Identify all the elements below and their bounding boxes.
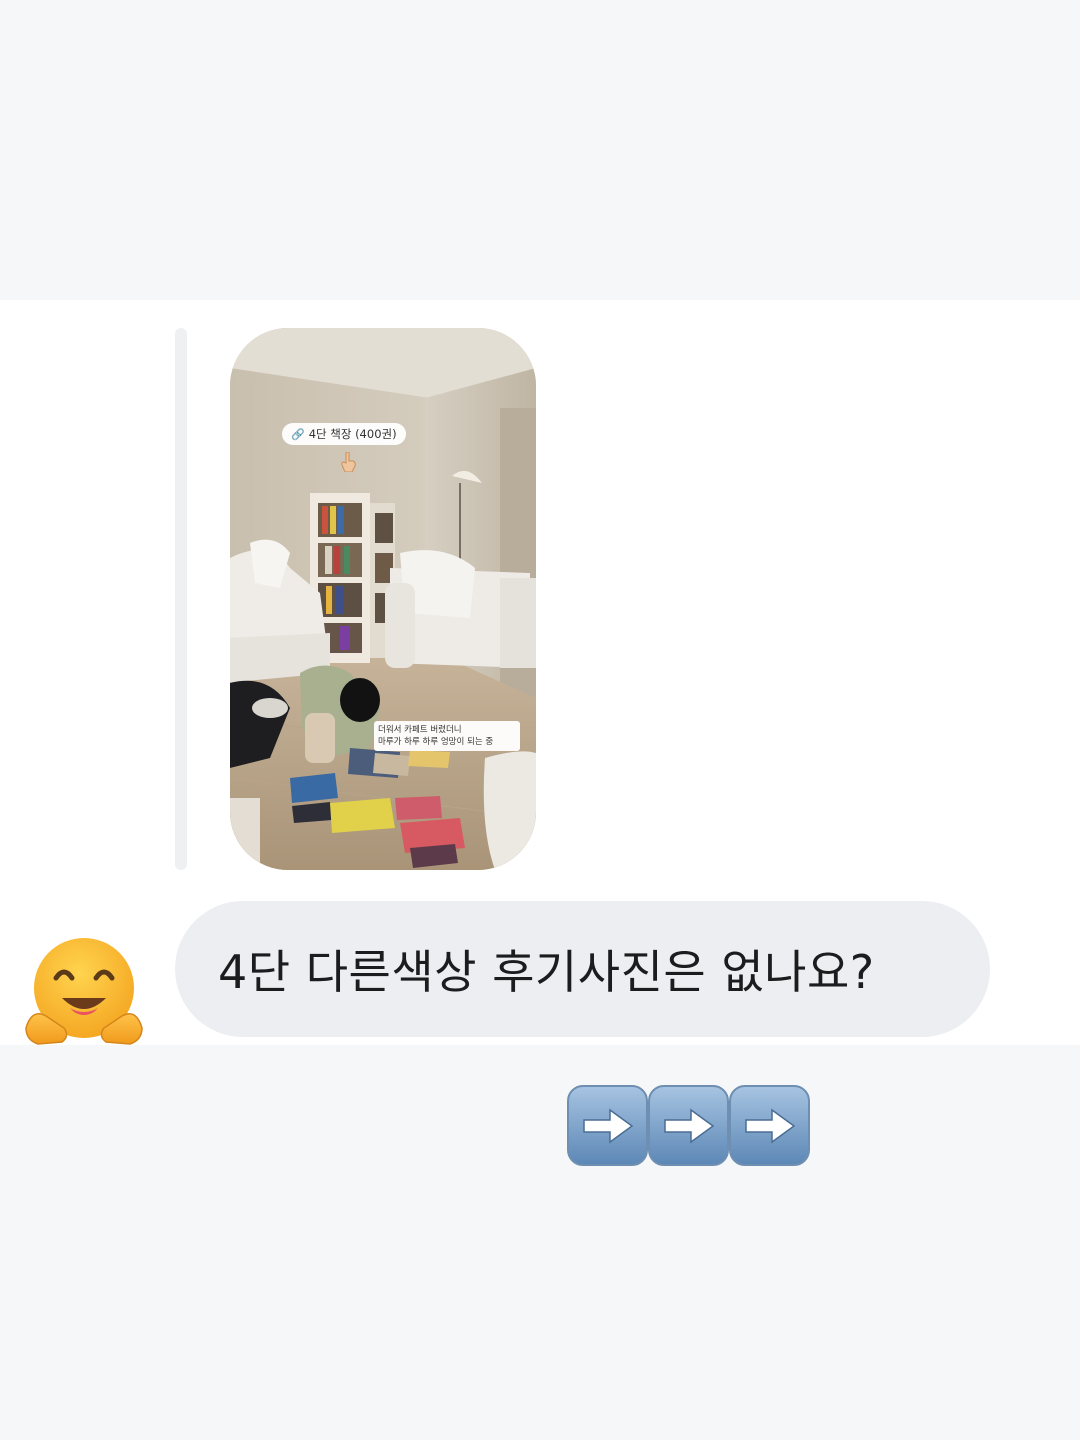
- product-link-tag[interactable]: 🔗 4단 책장 (400권): [282, 423, 406, 445]
- caption-line-2: 마루가 하루 하루 엉망이 되는 중: [378, 737, 494, 747]
- pointing-down-hand-icon: [341, 452, 356, 472]
- room-photo-image: [230, 328, 536, 870]
- product-link-label: 4단 책장 (400권): [308, 427, 397, 441]
- message-text: 4단 다른색상 후기사진은 없나요?: [218, 945, 875, 999]
- right-arrow-button-icon: [729, 1085, 810, 1166]
- reply-quote-bar: [175, 328, 187, 870]
- replied-story-photo[interactable]: 🔗 4단 책장 (400권) 더워서 카페트 버렸더니 마루가 하루 하루 엉망…: [230, 328, 536, 870]
- hugging-face-icon: [25, 938, 143, 1045]
- story-page: 🔗 4단 책장 (400권) 더워서 카페트 버렸더니 마루가 하루 하루 엉망…: [0, 0, 1080, 1440]
- message-bubble[interactable]: 4단 다른색상 후기사진은 없나요?: [175, 901, 990, 1037]
- bottom-blank-area: [0, 1045, 1080, 1440]
- right-arrow-button-icon: [567, 1085, 648, 1166]
- arrow-emoji-row: [567, 1085, 810, 1167]
- right-arrow-button-icon: [648, 1085, 729, 1166]
- caption-line-1: 더워서 카페트 버렸더니: [378, 725, 462, 735]
- link-icon: 🔗: [291, 427, 305, 441]
- top-blank-area: [0, 0, 1080, 300]
- photo-caption: 더워서 카페트 버렸더니 마루가 하루 하루 엉망이 되는 중: [374, 721, 520, 751]
